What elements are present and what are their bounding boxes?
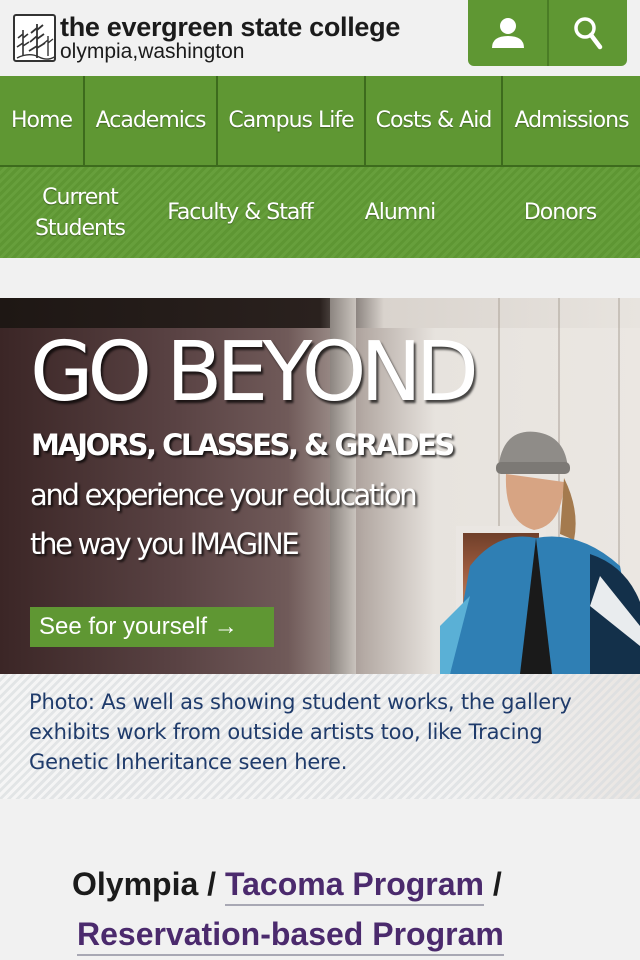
campus-separator-trailing: /	[483, 866, 502, 902]
campus-current: Olympia	[72, 866, 199, 902]
nav-faculty-staff[interactable]: Faculty & Staff	[160, 167, 320, 258]
hero-photo-person	[440, 431, 640, 674]
photo-caption: Photo: As well as showing student works,…	[0, 674, 640, 799]
nav-academics[interactable]: Academics	[85, 76, 218, 165]
hero-headline: GO BEYOND	[30, 325, 479, 420]
nav-current-students[interactable]: Current Students	[0, 167, 160, 258]
nav-campus-life[interactable]: Campus Life	[218, 76, 366, 165]
secondary-nav: Current Students Faculty & Staff Alumni …	[0, 167, 640, 258]
account-button[interactable]	[468, 0, 547, 66]
nav-admissions[interactable]: Admissions	[503, 76, 640, 165]
nav-donors[interactable]: Donors	[480, 167, 640, 258]
person-icon	[491, 18, 524, 48]
primary-nav: Home Academics Campus Life Costs & Aid A…	[0, 76, 640, 167]
search-button[interactable]	[547, 0, 626, 66]
hero-line-2: and experience your education	[30, 478, 418, 512]
nav-costs-aid[interactable]: Costs & Aid	[366, 76, 503, 165]
nav-home[interactable]: Home	[0, 76, 85, 165]
campus-separator: /	[198, 866, 225, 902]
campus-link-tacoma[interactable]: Tacoma Program	[224, 866, 484, 906]
hero-line-1: MAJORS, CLASSES, & GRADES	[31, 428, 455, 462]
hero-banner: GO BEYOND MAJORS, CLASSES, & GRADES and …	[0, 298, 640, 674]
nav-alumni[interactable]: Alumni	[320, 167, 480, 258]
see-for-yourself-button[interactable]: See for yourself →	[30, 607, 274, 647]
header-buttons	[468, 0, 627, 66]
college-name[interactable]: the evergreen state college	[60, 12, 400, 43]
campus-link-reservation[interactable]: Reservation-based Program	[77, 916, 504, 956]
college-logo[interactable]	[13, 14, 56, 62]
college-location: olympia,washington	[60, 40, 245, 63]
hero-line-3: the way you IMAGINE	[30, 527, 300, 561]
site-header: the evergreen state college olympia,wash…	[0, 0, 640, 76]
photo-caption-text: Photo: As well as showing student works,…	[29, 690, 572, 774]
search-icon	[573, 17, 602, 50]
